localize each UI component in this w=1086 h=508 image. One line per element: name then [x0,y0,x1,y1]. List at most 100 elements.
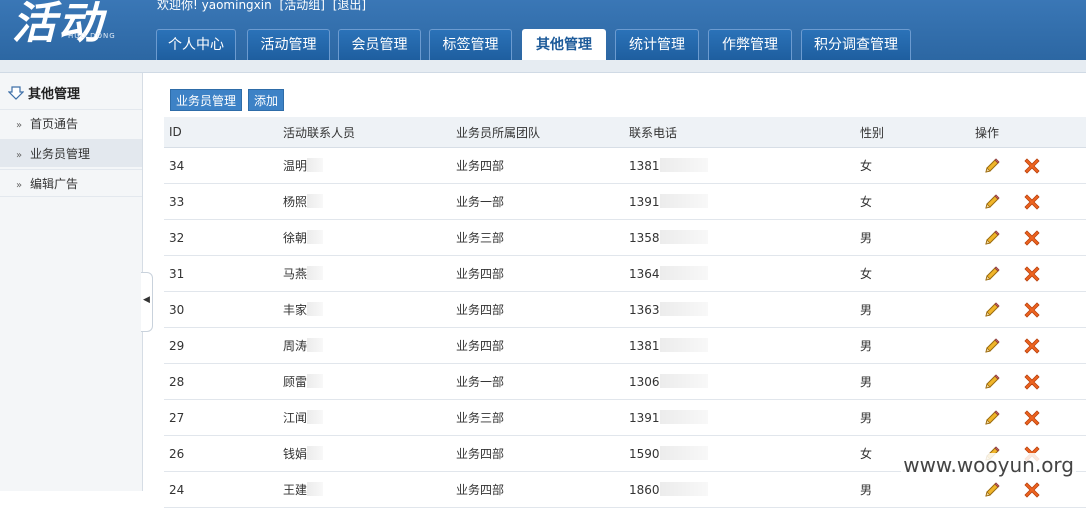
sidebar-title-text: 其他管理 [28,87,81,102]
cell-gender: 男 [855,291,970,328]
col-id: ID [164,117,278,148]
sidebar-title: 其他管理 [8,83,80,102]
logo-text: 活动 [12,0,104,49]
cell-team: 业务四部 [451,147,624,184]
tab-member-management[interactable]: 会员管理 [338,29,421,60]
chevron-right-icon: » [16,120,23,131]
tab-cheat-management[interactable]: 作弊管理 [708,29,792,60]
cell-phone: 1590 [624,435,855,472]
logout-link[interactable]: [退出] [333,0,366,12]
table-header-row: ID 活动联系人员 业务员所属团队 联系电话 性别 操作 [164,117,1086,148]
redaction-blur [659,338,708,352]
cell-actions [970,147,1086,184]
tab-points-survey-management[interactable]: 积分调查管理 [801,29,911,60]
delete-x-icon[interactable] [1023,193,1041,211]
cell-contact: 顾雷 [278,363,451,400]
redaction-blur [307,446,324,460]
cell-phone: 1860 [624,471,855,508]
cell-phone: 1381 [624,327,855,364]
salesman-management-button[interactable]: 业务员管理 [170,89,243,111]
main-content: 业务员管理 添加 ID 活动联系人员 业务员所属团队 联系电话 性别 操作 34… [155,73,1086,508]
col-contact: 活动联系人员 [278,117,451,148]
redaction-blur [307,482,324,496]
delete-x-icon[interactable] [1023,229,1041,247]
delete-x-icon[interactable] [1023,265,1041,283]
cell-actions [970,255,1086,292]
delete-x-icon[interactable] [1023,481,1041,499]
table-row: 30 丰家 业务四部 1363 男 [164,291,1086,328]
delete-x-icon[interactable] [1023,157,1041,175]
salesman-table: ID 活动联系人员 业务员所属团队 联系电话 性别 操作 34 温明 业务四部 … [164,117,1086,508]
redaction-blur [307,230,324,244]
pencil-edit-icon[interactable] [983,229,1001,247]
pencil-edit-icon[interactable] [983,337,1001,355]
redaction-blur [307,194,324,208]
cell-actions [970,291,1086,328]
cell-phone: 1381 [624,147,855,184]
cell-contact: 徐朝 [278,219,451,256]
redaction-blur [307,266,324,280]
delete-x-icon[interactable] [1023,373,1041,391]
pencil-edit-icon[interactable] [983,301,1001,319]
tab-activity-management[interactable]: 活动管理 [247,29,330,60]
cell-gender: 男 [855,219,970,256]
redaction-blur [659,230,708,244]
watermark: www.wooyun.org [901,453,1076,477]
redaction-blur [659,482,708,496]
pencil-edit-icon[interactable] [983,193,1001,211]
cell-id: 27 [164,399,278,436]
cell-phone: 1364 [624,255,855,292]
cell-actions [970,399,1086,436]
table-row: 28 顾雷 业务一部 1306 男 [164,363,1086,400]
logo[interactable]: 活动 HUO DONG [12,0,132,54]
cell-id: 32 [164,219,278,256]
redaction-blur [659,194,708,208]
delete-x-icon[interactable] [1023,337,1041,355]
pencil-edit-icon[interactable] [983,265,1001,283]
cell-contact: 江闻 [278,399,451,436]
cell-gender: 女 [855,255,970,292]
logo-subtitle: HUO DONG [68,32,116,40]
cell-team: 业务一部 [451,183,624,220]
cell-team: 业务四部 [451,471,624,508]
cell-team: 业务三部 [451,219,624,256]
cell-gender: 女 [855,183,970,220]
sidebar: 其他管理 » 首页通告 » 业务员管理 » 编辑广告 [0,73,143,491]
tab-statistics-management[interactable]: 统计管理 [615,29,699,60]
sidebar-collapse-handle[interactable]: ◀ [141,272,153,332]
cell-team: 业务四部 [451,291,624,328]
redaction-blur [659,374,708,388]
cell-gender: 男 [855,399,970,436]
sidebar-item-salesman-management[interactable]: » 业务员管理 [0,139,142,167]
sidebar-item-home-notice[interactable]: » 首页通告 [0,109,142,137]
delete-x-icon[interactable] [1023,301,1041,319]
pencil-edit-icon[interactable] [983,481,1001,499]
collapse-left-icon: ◀ [143,295,150,305]
cell-contact: 马燕 [278,255,451,292]
cell-id: 24 [164,471,278,508]
cell-gender: 女 [855,147,970,184]
tab-tag-management[interactable]: 标签管理 [429,29,512,60]
add-button[interactable]: 添加 [248,89,285,111]
cell-team: 业务四部 [451,435,624,472]
table-row: 27 江闻 业务三部 1391 男 [164,399,1086,436]
cell-contact: 王建 [278,471,451,508]
pencil-edit-icon[interactable] [983,157,1001,175]
cell-actions [970,363,1086,400]
welcome-text: 欢迎你! yaomingxin [157,0,272,12]
redaction-blur [659,410,708,424]
cell-phone: 1391 [624,183,855,220]
pencil-edit-icon[interactable] [983,409,1001,427]
delete-x-icon[interactable] [1023,409,1041,427]
pencil-edit-icon[interactable] [983,373,1001,391]
tab-personal-center[interactable]: 个人中心 [156,29,236,60]
table-row: 32 徐朝 业务三部 1358 男 [164,219,1086,256]
cell-phone: 1363 [624,291,855,328]
cell-team: 业务四部 [451,327,624,364]
sidebar-item-label: 编辑广告 [30,177,79,191]
group-link[interactable]: [活动组] [280,0,325,12]
sidebar-item-label: 业务员管理 [30,147,91,161]
sidebar-item-edit-ads[interactable]: » 编辑广告 [0,169,142,197]
tab-other-management[interactable]: 其他管理 [522,29,606,60]
cell-gender: 男 [855,327,970,364]
